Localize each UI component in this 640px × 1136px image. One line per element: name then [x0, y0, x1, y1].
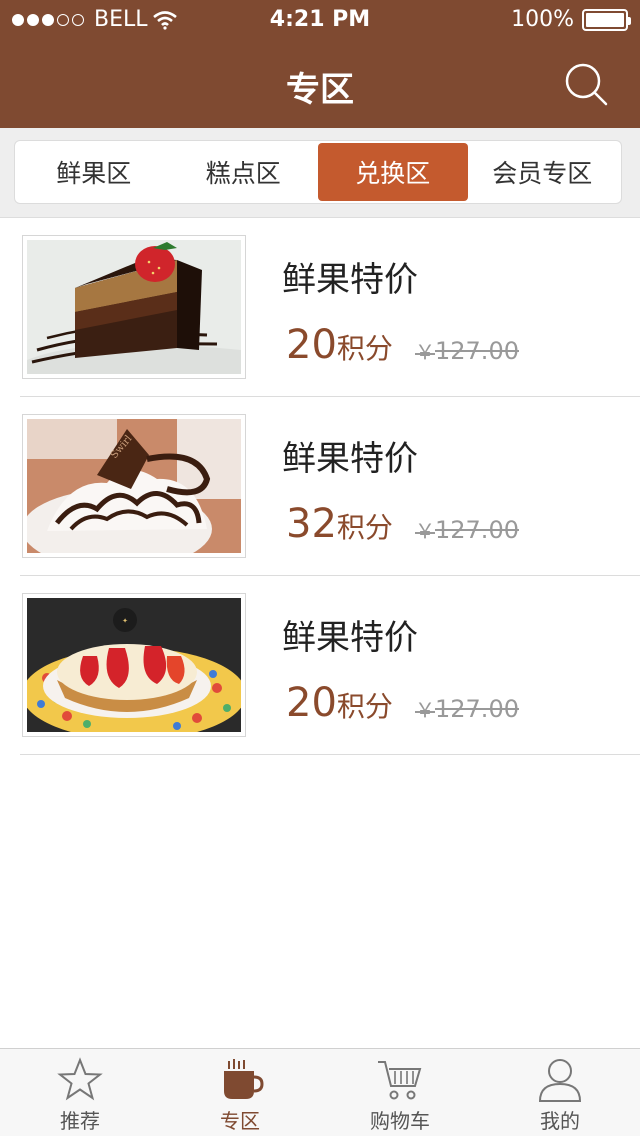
nav-cart[interactable]: 购物车: [320, 1049, 480, 1136]
points-value: 20: [286, 680, 337, 726]
points-unit: 积分: [336, 511, 393, 544]
original-price-value: 127.00: [435, 337, 519, 365]
nav-mine[interactable]: 我的: [480, 1049, 640, 1136]
original-price-value: 127.00: [435, 695, 519, 723]
product-title: 鲜果特价: [282, 618, 418, 658]
points-value: 32: [286, 501, 337, 547]
tab-pastry[interactable]: 糕点区: [169, 143, 319, 201]
nav-label: 购物车: [370, 1109, 430, 1133]
product-item[interactable]: ✦ 鲜果特价 20 积分 ￥127.00: [20, 576, 640, 755]
search-icon: [565, 63, 608, 106]
chocolate-cream-image: Swirl: [27, 419, 241, 553]
bottom-navigation: 推荐 专区 购物车 我的: [0, 1048, 640, 1136]
product-list: 鲜果特价 20 积分 ￥127.00 Swirl 鲜果特价 32 积分 ￥127…: [0, 218, 640, 755]
currency-symbol: ￥: [415, 698, 435, 722]
product-image: Swirl: [22, 414, 246, 558]
user-icon: [538, 1059, 582, 1102]
svg-text:✦: ✦: [122, 617, 128, 625]
product-points: 20 积分: [286, 680, 393, 726]
coffee-cup-icon: [224, 1059, 264, 1099]
points-unit: 积分: [336, 690, 393, 723]
nav-label: 专区: [220, 1109, 260, 1133]
battery-icon: [582, 8, 631, 31]
original-price-value: 127.00: [435, 516, 519, 544]
strawberry-tart-image: ✦: [27, 598, 241, 732]
currency-symbol: ￥: [415, 519, 435, 543]
currency-symbol: ￥: [415, 340, 435, 364]
app-header: BELL 4:21 PM 100% 专区: [0, 0, 640, 128]
product-points: 20 积分: [286, 322, 393, 368]
product-title: 鲜果特价: [282, 260, 418, 300]
product-title: 鲜果特价: [282, 439, 418, 479]
product-item[interactable]: 鲜果特价 20 积分 ￥127.00: [20, 218, 640, 397]
product-item[interactable]: Swirl 鲜果特价 32 积分 ￥127.00: [20, 397, 640, 576]
original-price: ￥127.00: [415, 515, 519, 544]
original-price: ￥127.00: [415, 694, 519, 723]
status-bar: BELL 4:21 PM 100%: [0, 0, 640, 40]
points-unit: 积分: [336, 332, 393, 365]
category-tabs-bar: 鲜果区 糕点区 兑换区 会员专区: [0, 128, 640, 218]
shopping-cart-icon: [378, 1061, 422, 1100]
search-button[interactable]: [564, 62, 608, 106]
product-image: [22, 235, 246, 379]
chocolate-cake-image: [27, 240, 241, 374]
tab-fresh-fruit[interactable]: 鲜果区: [19, 143, 169, 201]
star-icon: [57, 1057, 103, 1101]
nav-label: 我的: [540, 1109, 580, 1133]
tab-exchange[interactable]: 兑换区: [318, 143, 468, 201]
category-tabs: 鲜果区 糕点区 兑换区 会员专区: [14, 140, 622, 204]
original-price: ￥127.00: [415, 336, 519, 365]
product-image: ✦: [22, 593, 246, 737]
nav-recommend[interactable]: 推荐: [0, 1049, 160, 1136]
tab-member[interactable]: 会员专区: [468, 143, 618, 201]
product-points: 32 积分: [286, 501, 393, 547]
page-title: 专区: [286, 70, 354, 110]
nav-label: 推荐: [60, 1109, 100, 1133]
battery-percent: 100%: [511, 7, 574, 32]
nav-zone[interactable]: 专区: [160, 1049, 320, 1136]
points-value: 20: [286, 322, 337, 368]
battery-info: 100%: [511, 7, 631, 32]
